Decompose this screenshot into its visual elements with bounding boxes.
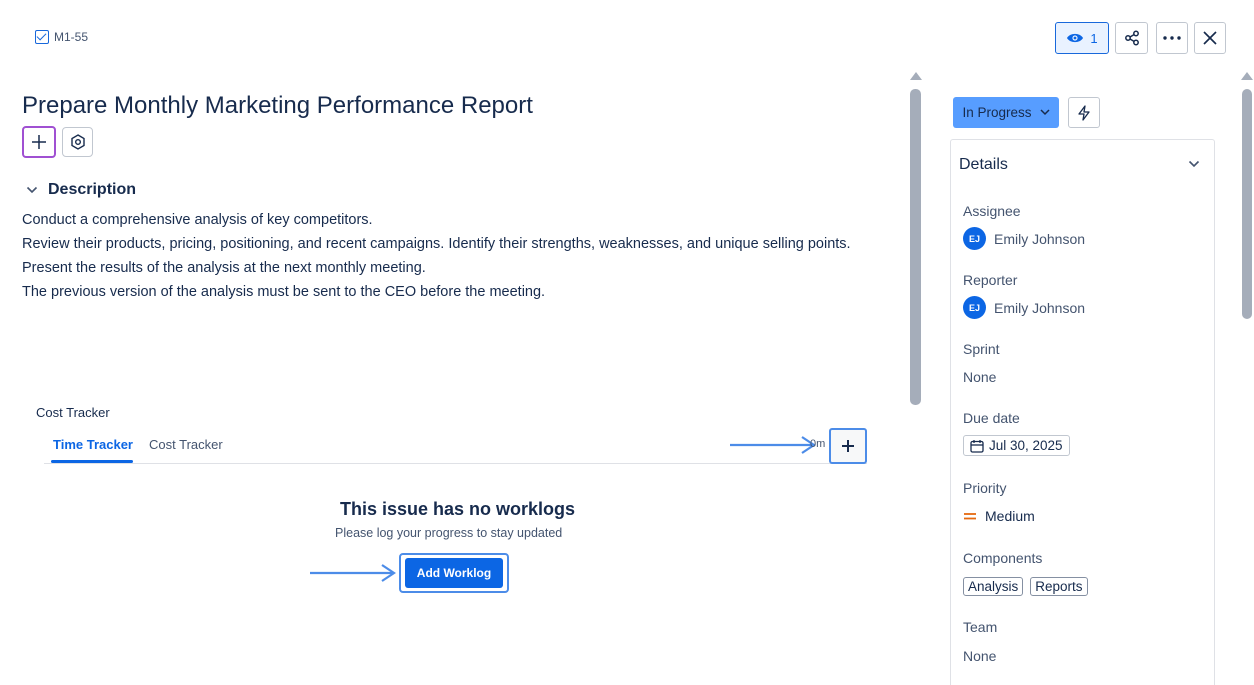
sprint-value: None — [963, 369, 997, 385]
empty-state-title: This issue has no worklogs — [340, 499, 576, 519]
add-content-button[interactable] — [22, 126, 56, 158]
reporter-field[interactable]: EJ Emily Johnson — [963, 296, 1085, 319]
empty-state-subtitle: Please log your progress to stay updated — [335, 526, 563, 540]
watch-button[interactable]: 1 — [1055, 22, 1109, 54]
issue-key-label: M1-55 — [54, 30, 89, 44]
due-date-chip: Jul 30, 2025 — [963, 435, 1070, 456]
issue-key-link[interactable]: M1-55 — [35, 30, 88, 44]
add-time-button[interactable] — [829, 428, 867, 464]
chevron-down-icon — [26, 186, 38, 194]
sidebar-scrollbar-thumb[interactable] — [1242, 89, 1252, 319]
avatar: EJ — [963, 296, 986, 319]
assignee-field[interactable]: EJ Emily Johnson — [963, 227, 1085, 250]
description-heading: Description — [48, 181, 137, 198]
scroll-up-icon[interactable] — [1240, 71, 1254, 81]
checkbox-icon — [35, 30, 49, 44]
priority-field[interactable]: Medium — [963, 508, 1035, 524]
status-dropdown[interactable]: In Progress — [953, 97, 1059, 128]
reporter-label: Reporter — [963, 272, 1018, 288]
description-body[interactable]: Conduct a comprehensive analysis of key … — [22, 208, 851, 304]
team-field[interactable]: None — [963, 648, 996, 664]
automation-button[interactable] — [1068, 97, 1100, 128]
due-date-label: Due date — [963, 410, 1020, 426]
chevron-down-icon — [1039, 109, 1050, 116]
bolt-icon — [1078, 104, 1090, 121]
reporter-name: Emily Johnson — [994, 299, 1086, 316]
cost-tracker-section-title: Cost Tracker — [36, 405, 110, 420]
tab-time-tracker[interactable]: Time Tracker — [53, 437, 133, 452]
share-button[interactable] — [1115, 22, 1148, 54]
calendar-icon — [970, 439, 984, 453]
sprint-label: Sprint — [963, 341, 1000, 357]
add-worklog-button[interactable]: Add Worklog — [405, 558, 503, 588]
close-icon — [1203, 31, 1217, 45]
description-line: The previous version of the analysis mus… — [22, 284, 546, 300]
arrow-right-icon — [730, 436, 816, 454]
tab-cost-tracker[interactable]: Cost Tracker — [149, 437, 223, 452]
avatar: EJ — [963, 227, 986, 250]
apps-button[interactable] — [62, 127, 93, 157]
add-worklog-highlight: Add Worklog — [399, 553, 509, 593]
chevron-down-icon[interactable] — [1188, 160, 1200, 168]
team-label: Team — [963, 619, 998, 635]
more-actions-button[interactable] — [1156, 22, 1188, 54]
sprint-field[interactable]: None — [963, 369, 996, 385]
components-label: Components — [963, 550, 1043, 566]
eye-icon — [1067, 33, 1084, 43]
plus-icon — [32, 135, 46, 149]
watch-count: 1 — [1090, 30, 1098, 46]
component-chip: Reports — [1030, 577, 1088, 596]
close-button[interactable] — [1194, 22, 1226, 54]
plus-icon — [842, 440, 854, 452]
arrow-right-icon — [310, 564, 396, 582]
description-line: Review their products, pricing, position… — [22, 236, 851, 252]
details-panel: Details Assignee EJ Emily Johnson Report… — [950, 139, 1215, 685]
due-date-value: Jul 30, 2025 — [989, 438, 1063, 453]
components-field[interactable]: Analysis Reports — [963, 577, 1088, 596]
status-label: In Progress — [962, 105, 1032, 120]
team-value: None — [963, 648, 997, 664]
priority-label: Priority — [963, 480, 1007, 496]
assignee-label: Assignee — [963, 203, 1021, 219]
issue-title[interactable]: Prepare Monthly Marketing Performance Re… — [22, 92, 533, 120]
gear-icon — [70, 134, 85, 150]
details-title: Details — [959, 156, 1008, 173]
priority-value: Medium — [985, 508, 1035, 524]
active-tab-indicator — [51, 460, 133, 463]
description-line: Present the results of the analysis at t… — [22, 260, 426, 276]
assignee-name: Emily Johnson — [994, 230, 1086, 247]
priority-medium-icon — [964, 513, 976, 520]
description-line: Conduct a comprehensive analysis of key … — [22, 212, 373, 228]
main-scrollbar-thumb[interactable] — [910, 89, 921, 405]
scroll-up-icon[interactable] — [909, 71, 923, 81]
component-chip: Analysis — [963, 577, 1024, 596]
description-toggle[interactable]: Description — [26, 181, 136, 199]
share-icon — [1124, 30, 1139, 46]
time-total: 0m — [810, 438, 826, 450]
due-date-field[interactable]: Jul 30, 2025 — [963, 435, 1070, 456]
more-icon — [1163, 36, 1181, 40]
